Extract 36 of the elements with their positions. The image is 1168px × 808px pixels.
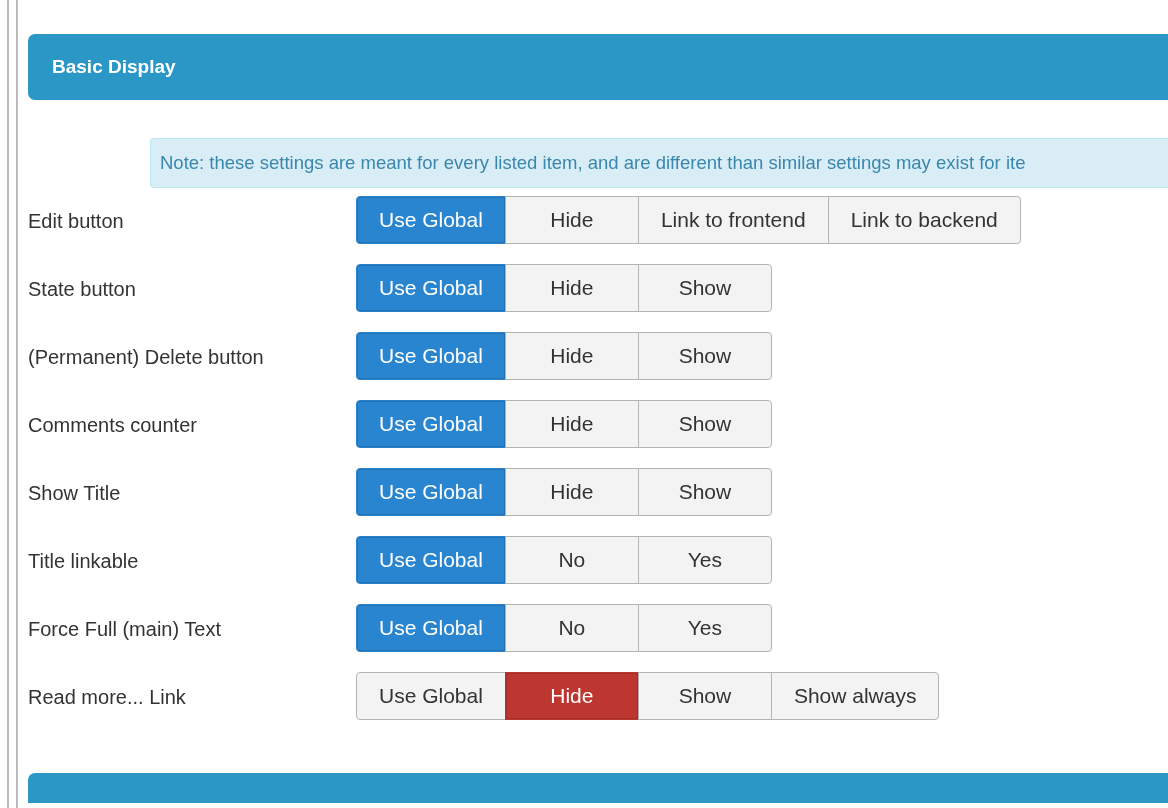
option-button[interactable]: Link to backend	[827, 196, 1021, 244]
option-button[interactable]: Show	[637, 264, 772, 312]
setting-label: (Permanent) Delete button	[28, 345, 265, 370]
option-button[interactable]: Use Global	[356, 672, 506, 720]
option-button[interactable]: Hide	[504, 264, 639, 312]
setting-label: Force Full (main) Text	[28, 617, 222, 642]
option-button[interactable]: Use Global	[356, 536, 506, 584]
setting-label: Show Title	[28, 481, 122, 506]
setting-label: Read more... Link	[28, 685, 187, 710]
option-button[interactable]: Show	[637, 332, 772, 380]
option-button[interactable]: Use Global	[356, 264, 506, 312]
option-button[interactable]: Show	[637, 400, 772, 448]
option-button[interactable]: Show	[637, 468, 772, 516]
option-button[interactable]: Use Global	[356, 196, 506, 244]
option-button[interactable]: No	[504, 604, 639, 652]
option-button[interactable]: No	[504, 536, 639, 584]
option-button[interactable]: Use Global	[356, 332, 506, 380]
option-button[interactable]: Show always	[770, 672, 940, 720]
option-button[interactable]: Use Global	[356, 400, 506, 448]
setting-label: State button	[28, 277, 137, 302]
option-button[interactable]: Yes	[637, 604, 772, 652]
option-button[interactable]: Yes	[637, 536, 772, 584]
option-button[interactable]: Hide	[504, 332, 639, 380]
option-button[interactable]: Hide	[504, 196, 639, 244]
setting-label: Edit button	[28, 209, 125, 234]
option-button[interactable]: Link to frontend	[637, 196, 829, 244]
setting-label: Title linkable	[28, 549, 140, 574]
setting-label: Comments counter	[28, 413, 198, 438]
option-button[interactable]: Use Global	[356, 468, 506, 516]
panel-header: Basic Display	[28, 34, 1168, 100]
option-button[interactable]: Hide	[504, 468, 639, 516]
option-button[interactable]: Hide	[504, 672, 639, 720]
option-button[interactable]: Hide	[504, 400, 639, 448]
option-button[interactable]: Use Global	[356, 604, 506, 652]
option-button[interactable]: Show	[637, 672, 772, 720]
note-alert: Note: these settings are meant for every listed item, and are different than similar settings may exist for ite	[150, 138, 1168, 188]
